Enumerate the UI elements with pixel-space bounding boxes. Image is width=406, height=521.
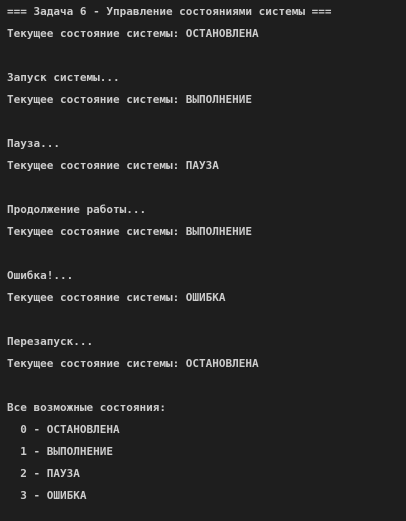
console-line: === Задача 6 - Управление состояниями си… (7, 5, 332, 18)
console-line: Текущее состояние системы: ОСТАНОВЛЕНА (7, 357, 259, 370)
console-line: 3 - ОШИБКА (7, 489, 87, 502)
console-line: Запуск системы... (7, 71, 120, 84)
console-line: Текущее состояние системы: ВЫПОЛНЕНИЕ (7, 225, 253, 238)
console-line: Пауза... (7, 137, 60, 150)
console-line: Перезапуск... (7, 335, 94, 348)
console-line: Текущее состояние системы: ОСТАНОВЛЕНА (7, 27, 259, 40)
console-output[interactable]: === Задача 6 - Управление состояниями си… (0, 0, 406, 521)
console-line: 1 - ВЫПОЛНЕНИЕ (7, 445, 113, 458)
console-line: 2 - ПАУЗА (7, 467, 80, 480)
console-line: Текущее состояние системы: ВЫПОЛНЕНИЕ (7, 93, 253, 106)
console-line: Текущее состояние системы: ОШИБКА (7, 291, 226, 304)
console-line: 0 - ОСТАНОВЛЕНА (7, 423, 120, 436)
console-line: Все возможные состояния: (7, 401, 166, 414)
console-line: Текущее состояние системы: ПАУЗА (7, 159, 219, 172)
console-line: Продолжение работы... (7, 203, 147, 216)
console-line: Ошибка!... (7, 269, 74, 282)
